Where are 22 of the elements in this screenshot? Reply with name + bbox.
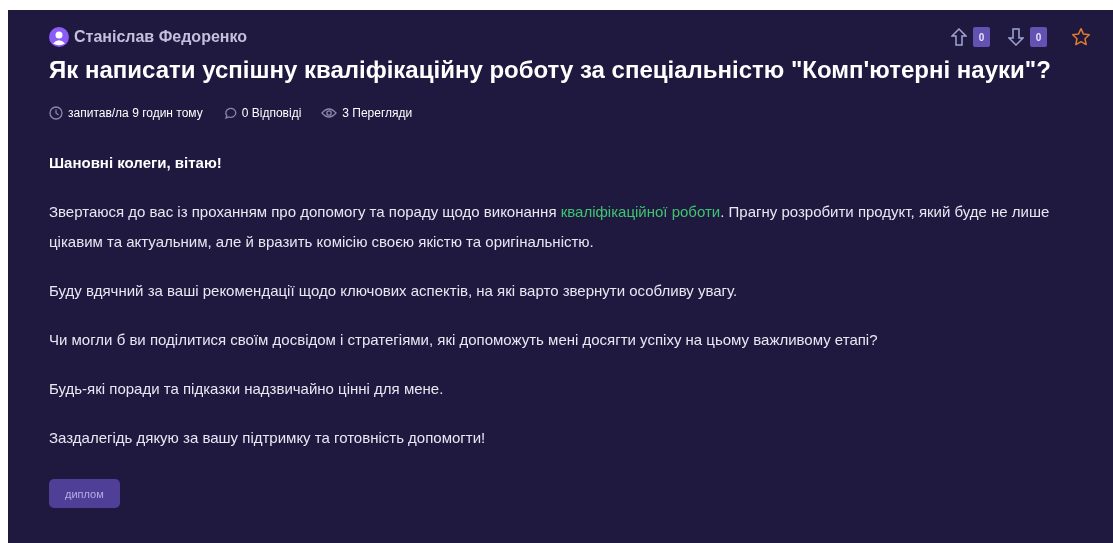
tag-button[interactable]: диплом	[49, 479, 120, 508]
views-count: 3 Перегляди	[342, 106, 413, 120]
question-title: Як написати успішну кваліфікаційну роботу за спеціальністю "Комп'ютерні науки"?	[49, 56, 1052, 84]
answers-count: 0 Відповіді	[241, 106, 302, 120]
body-paragraph: Чи могли б ви поділитися своїм досвідом і стратегіями, які допоможуть мені досягти успіху на цьому важливому етапі?	[49, 330, 879, 350]
greeting-heading: Шановні колеги, вітаю!	[49, 153, 223, 173]
body-paragraph: Заздалегідь дякую за вашу підтримку та готовність допомогти!	[49, 428, 487, 448]
star-icon[interactable]	[1071, 27, 1091, 47]
downvote-count: 0	[1030, 27, 1047, 47]
downvote-icon[interactable]	[1008, 28, 1024, 46]
body-paragraph: Будь-які поради та підказки надзвичайно цінні для мене.	[49, 379, 445, 399]
upvote-count: 0	[973, 27, 990, 47]
upvote-icon[interactable]	[951, 28, 967, 46]
text-link[interactable]: кваліфікаційної роботи	[560, 203, 721, 220]
eye-icon	[321, 107, 338, 119]
body-paragraph: Звертаюся до вас із проханням про допомогу та пораду щодо виконання кваліфікаційної роботи. Прагну розробити продукт, який буде не лише цікавим та актуальним, але й вразить комісію своєю якістю та оригінальністю.	[49, 202, 1051, 252]
clock-icon	[49, 106, 63, 120]
avatar-icon	[49, 27, 69, 47]
body-paragraph: Буду вдячний за ваші рекомендації щодо ключових аспектів, на які варто звернути особливу увагу.	[49, 281, 739, 301]
asked-time: запитав/ла 9 годин тому	[68, 106, 203, 120]
comment-icon	[222, 106, 237, 120]
author-name[interactable]: Станіслав Федоренко	[74, 28, 248, 46]
